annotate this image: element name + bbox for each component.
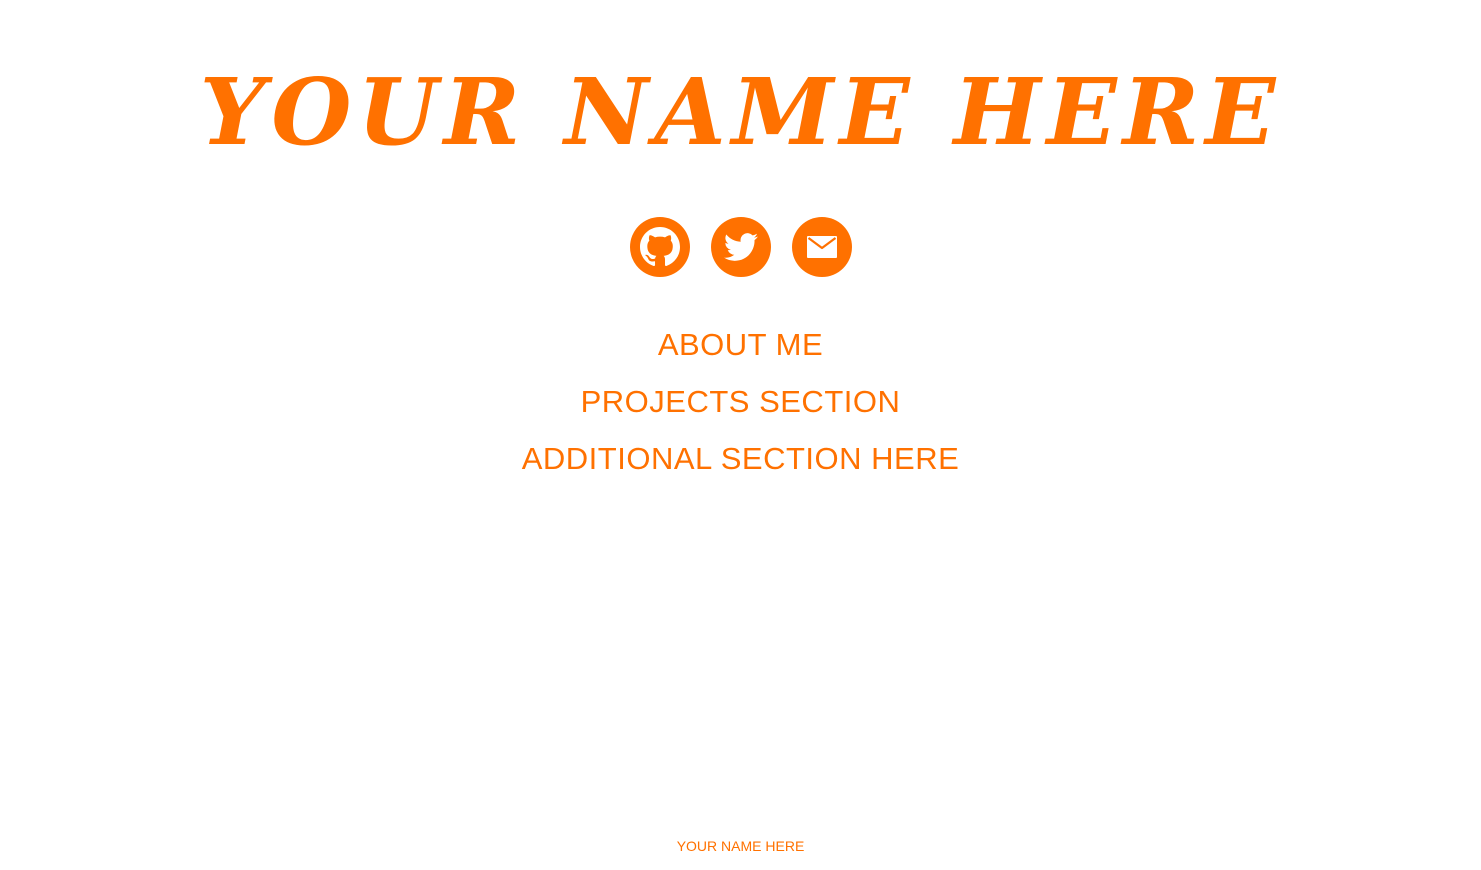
page: YOUR NAME HERE ABOUT ME PROJECTS SECTION… [0, 0, 1481, 870]
nav-additional-section[interactable]: ADDITIONAL SECTION HERE [522, 430, 960, 487]
twitter-icon [723, 230, 758, 264]
nav-projects-section[interactable]: PROJECTS SECTION [581, 373, 901, 430]
github-icon [639, 227, 680, 267]
footer-text: YOUR NAME HERE [676, 838, 805, 854]
mail-icon [806, 235, 838, 259]
nav-about-me[interactable]: ABOUT ME [658, 316, 823, 373]
site-title: YOUR NAME HERE [199, 58, 1282, 166]
twitter-link[interactable] [710, 217, 771, 277]
social-links [0, 217, 1481, 277]
email-link[interactable] [791, 217, 852, 277]
github-link[interactable] [629, 217, 690, 277]
main-nav: ABOUT ME PROJECTS SECTION ADDITIONAL SEC… [0, 316, 1481, 487]
